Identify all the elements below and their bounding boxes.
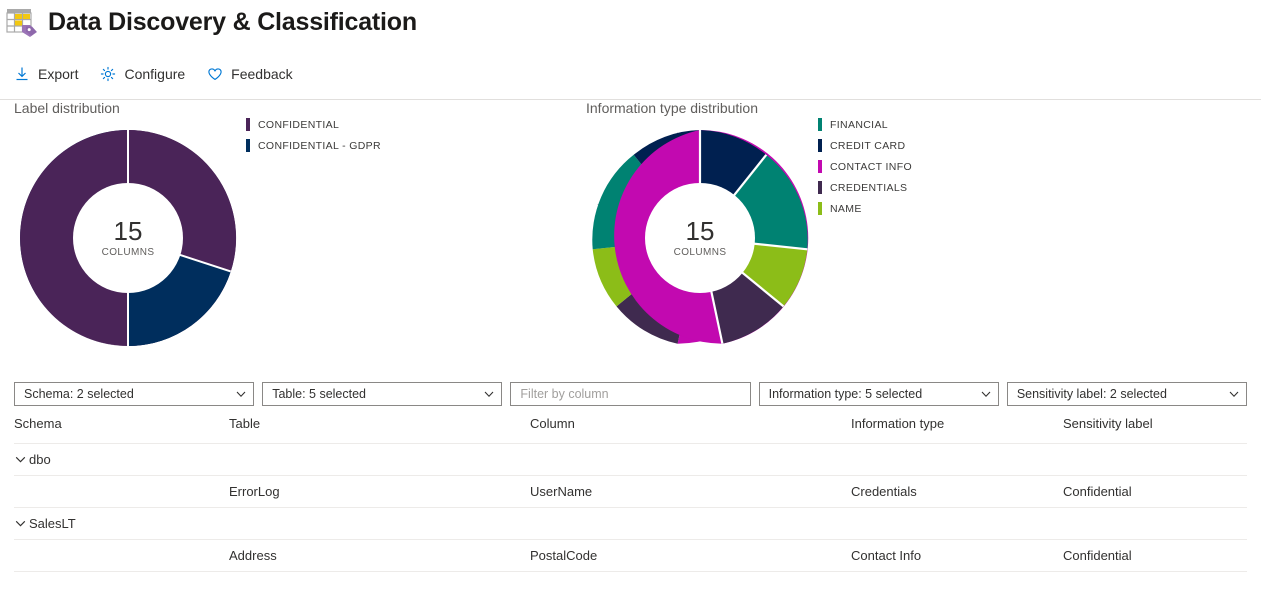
legend-label: FINANCIAL xyxy=(830,118,888,131)
label-distribution-title: Label distribution xyxy=(14,100,120,116)
label-distribution-chart: Label distribution 15 COLUMNS xyxy=(14,100,242,352)
table-group-row[interactable]: dbo xyxy=(14,443,1247,476)
information-type-cell xyxy=(851,443,1063,476)
legend-item-financial[interactable]: FINANCIAL xyxy=(818,114,912,135)
filter-bar: Schema: 2 selected Table: 5 selected Fil… xyxy=(0,382,1261,406)
column-cell xyxy=(530,507,851,540)
information-type-distribution-chart: Information type distribution 15 COLUMNS xyxy=(586,100,814,352)
legend-item-contact-info[interactable]: CONTACT INFO xyxy=(818,156,912,177)
schema-filter-value: Schema: 2 selected xyxy=(24,387,134,401)
label-distribution-legend: CONFIDENTIAL CONFIDENTIAL - GDPR xyxy=(246,114,381,156)
heart-icon xyxy=(207,66,223,82)
legend-item-confidential-gdpr[interactable]: CONFIDENTIAL - GDPR xyxy=(246,135,381,156)
chevron-down-icon xyxy=(1228,388,1240,400)
information-type-legend: FINANCIAL CREDIT CARD CONTACT INFO CREDE… xyxy=(818,114,912,219)
table-cell xyxy=(229,443,530,476)
schema-cell xyxy=(14,539,229,572)
column-cell: UserName xyxy=(530,475,851,508)
column-header-schema[interactable]: Schema xyxy=(14,416,229,444)
table-cell: ErrorLog xyxy=(229,475,530,508)
legend-swatch-icon xyxy=(246,139,250,152)
expand-chevron-icon[interactable] xyxy=(14,453,27,466)
legend-swatch-icon xyxy=(818,202,822,215)
schema-group-label: dbo xyxy=(29,452,51,467)
column-cell: PostalCode xyxy=(530,539,851,572)
legend-swatch-icon xyxy=(818,118,822,131)
column-header-sensitivity-label[interactable]: Sensitivity label xyxy=(1063,416,1247,444)
information-type-title: Information type distribution xyxy=(586,100,758,116)
sensitivity-label-cell xyxy=(1063,507,1247,540)
column-cell xyxy=(530,443,851,476)
information-type-cell xyxy=(851,507,1063,540)
table-header-row: Schema Table Column Information type Sen… xyxy=(14,416,1247,444)
download-icon xyxy=(14,66,30,82)
legend-label: CONFIDENTIAL xyxy=(258,118,340,131)
page-title: Data Discovery & Classification xyxy=(48,7,417,36)
chevron-down-icon xyxy=(483,388,495,400)
column-filter-input[interactable]: Filter by column xyxy=(510,382,751,406)
table-cell: Address xyxy=(229,539,530,572)
legend-label: CONFIDENTIAL - GDPR xyxy=(258,139,381,152)
legend-item-confidential[interactable]: CONFIDENTIAL xyxy=(246,114,381,135)
legend-item-name[interactable]: NAME xyxy=(818,198,912,219)
table-row[interactable]: Address PostalCode Contact Info Confiden… xyxy=(14,539,1247,572)
information-type-cell: Contact Info xyxy=(851,539,1063,572)
column-header-column[interactable]: Column xyxy=(530,416,851,444)
legend-item-credentials[interactable]: CREDENTIALS xyxy=(818,177,912,198)
schema-filter[interactable]: Schema: 2 selected xyxy=(14,382,255,406)
label-distribution-donut: 15 COLUMNS xyxy=(14,124,242,352)
configure-label: Configure xyxy=(124,66,186,82)
table-tag-icon xyxy=(6,7,38,37)
schema-cell: dbo xyxy=(14,443,229,476)
table-cell xyxy=(229,507,530,540)
column-header-table[interactable]: Table xyxy=(229,416,530,444)
schema-cell: SalesLT xyxy=(14,507,229,540)
legend-label: NAME xyxy=(830,202,862,215)
expand-chevron-icon[interactable] xyxy=(14,517,27,530)
column-filter-placeholder: Filter by column xyxy=(520,387,609,401)
chevron-down-icon xyxy=(980,388,992,400)
legend-label: CREDENTIALS xyxy=(830,181,908,194)
schema-cell xyxy=(14,475,229,508)
table-filter-value: Table: 5 selected xyxy=(272,387,367,401)
table-group-row[interactable]: SalesLT xyxy=(14,507,1247,540)
table-row[interactable]: ErrorLog UserName Credentials Confidenti… xyxy=(14,475,1247,508)
information-type-filter-value: Information type: 5 selected xyxy=(768,387,923,401)
sensitivity-label-cell xyxy=(1063,443,1247,476)
information-type-filter[interactable]: Information type: 5 selected xyxy=(758,382,999,406)
legend-swatch-icon xyxy=(246,118,250,131)
legend-label: CREDIT CARD xyxy=(830,139,906,152)
legend-item-credit-card[interactable]: CREDIT CARD xyxy=(818,135,912,156)
chevron-down-icon xyxy=(235,388,247,400)
command-bar: Export Configure Feedback xyxy=(0,56,1261,92)
gear-icon xyxy=(100,66,116,82)
feedback-button[interactable]: Feedback xyxy=(207,59,293,89)
table-filter[interactable]: Table: 5 selected xyxy=(262,382,503,406)
feedback-label: Feedback xyxy=(231,66,293,82)
sensitivity-label-cell: Confidential xyxy=(1063,475,1247,508)
column-header-information-type[interactable]: Information type xyxy=(851,416,1063,444)
information-type-donut: 15 COLUMNS xyxy=(586,124,814,352)
sensitivity-label-filter-value: Sensitivity label: 2 selected xyxy=(1016,387,1167,401)
page-header: Data Discovery & Classification xyxy=(0,0,1261,40)
legend-label: CONTACT INFO xyxy=(830,160,912,173)
export-label: Export xyxy=(38,66,79,82)
classification-table: Schema Table Column Information type Sen… xyxy=(0,416,1247,572)
configure-button[interactable]: Configure xyxy=(100,59,185,89)
export-button[interactable]: Export xyxy=(14,59,78,89)
schema-group-label: SalesLT xyxy=(29,516,76,531)
sensitivity-label-filter[interactable]: Sensitivity label: 2 selected xyxy=(1006,382,1248,406)
legend-swatch-icon xyxy=(818,160,822,173)
sensitivity-label-cell: Confidential xyxy=(1063,539,1247,572)
information-type-cell: Credentials xyxy=(851,475,1063,508)
charts-section: Label distribution 15 COLUMNS CONFIDENTI… xyxy=(0,100,1261,378)
legend-swatch-icon xyxy=(818,139,822,152)
legend-swatch-icon xyxy=(818,181,822,194)
